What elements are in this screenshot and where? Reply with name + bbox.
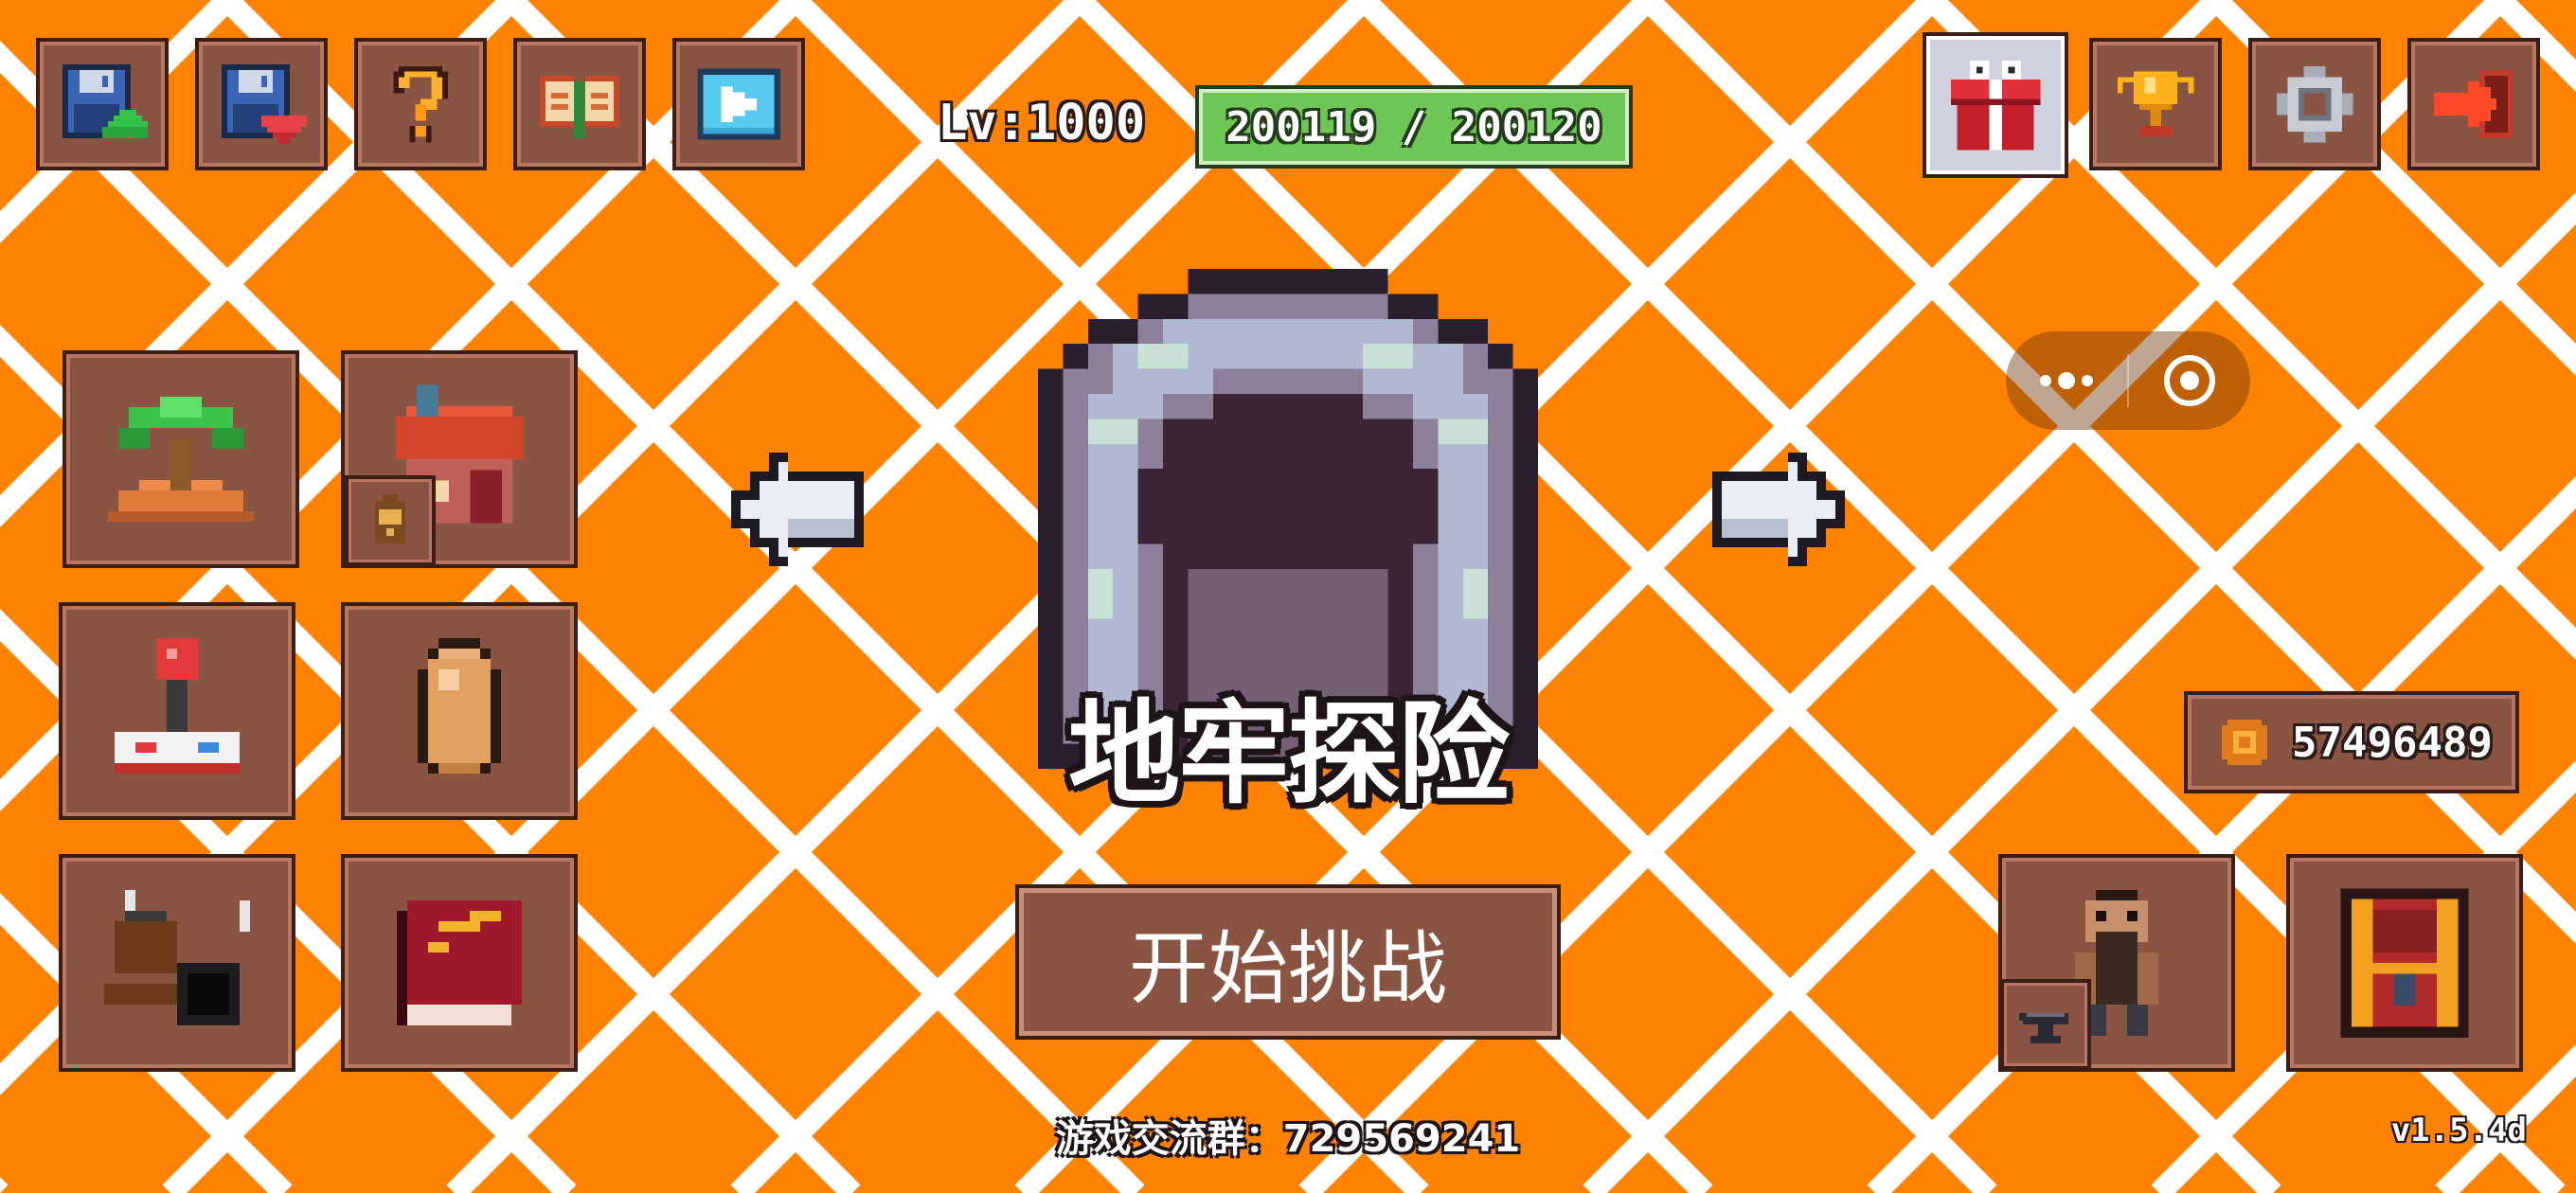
video-ad-button[interactable]: [672, 38, 805, 170]
trophy-icon: [2117, 71, 2194, 137]
exit-arrow-icon: [2434, 70, 2513, 138]
egg-icon: [418, 638, 501, 774]
coin-icon: [2222, 720, 2267, 765]
journal-button[interactable]: [341, 854, 578, 1072]
house-badge: [345, 475, 436, 566]
island-button[interactable]: [63, 350, 299, 568]
egg-button[interactable]: [341, 602, 578, 820]
xp-value: 200119 / 200120: [1225, 102, 1602, 151]
achievements-button[interactable]: [2089, 38, 2222, 170]
save-download-button[interactable]: [195, 38, 328, 170]
system-capsule: [2006, 331, 2250, 430]
treasure-chest-icon: [2340, 888, 2469, 1038]
level-label: Lv:1000: [938, 95, 1146, 151]
start-challenge-label: 开始挑战: [1128, 921, 1447, 1015]
save-upload-button[interactable]: [36, 38, 169, 170]
version-label: v1.5.4d: [2390, 1112, 2527, 1149]
tv-play-icon: [697, 68, 780, 140]
arrow-right-icon[interactable]: [1712, 443, 1845, 576]
open-book-icon: [540, 76, 619, 138]
guide-book-button[interactable]: [513, 38, 646, 170]
arrow-left-icon[interactable]: [731, 443, 864, 576]
gear-icon: [2276, 65, 2353, 143]
anvil-icon: [2019, 1013, 2068, 1043]
exit-button[interactable]: [2407, 38, 2540, 170]
floppy-disk-upload-icon: [63, 64, 148, 138]
close-miniprogram-button[interactable]: [2129, 331, 2250, 430]
community-group-text: 游戏交流群：729569241: [1055, 1117, 1521, 1161]
dungeon-title: 地牢探险: [1067, 688, 1510, 819]
cooking-button[interactable]: [59, 854, 295, 1072]
more-dots-icon: [2040, 372, 2093, 389]
question-mark-icon: [393, 65, 448, 143]
more-button[interactable]: [2006, 331, 2127, 430]
backpack-icon: [375, 494, 405, 543]
blacksmith-badge: [2000, 979, 2091, 1070]
settings-button[interactable]: [2248, 38, 2381, 170]
coin-balance-panel: 57496489: [2184, 691, 2519, 793]
xp-bar: 200119 / 200120: [1195, 85, 1633, 169]
floppy-disk-download-icon: [222, 64, 307, 144]
treasure-chest-button[interactable]: [2286, 854, 2523, 1072]
red-book-icon: [397, 900, 522, 1025]
gift-box-icon: [1950, 60, 2041, 151]
coin-amount: 57496489: [2292, 718, 2493, 767]
gift-button[interactable]: [1923, 32, 2068, 178]
joystick-icon: [115, 638, 240, 774]
minigame-button[interactable]: [59, 602, 295, 820]
cooking-pan-icon: [104, 890, 250, 1025]
palm-island-icon: [108, 397, 254, 522]
target-close-icon: [2163, 355, 2215, 406]
help-button[interactable]: [354, 38, 487, 170]
start-challenge-button[interactable]: 开始挑战: [1015, 884, 1561, 1040]
